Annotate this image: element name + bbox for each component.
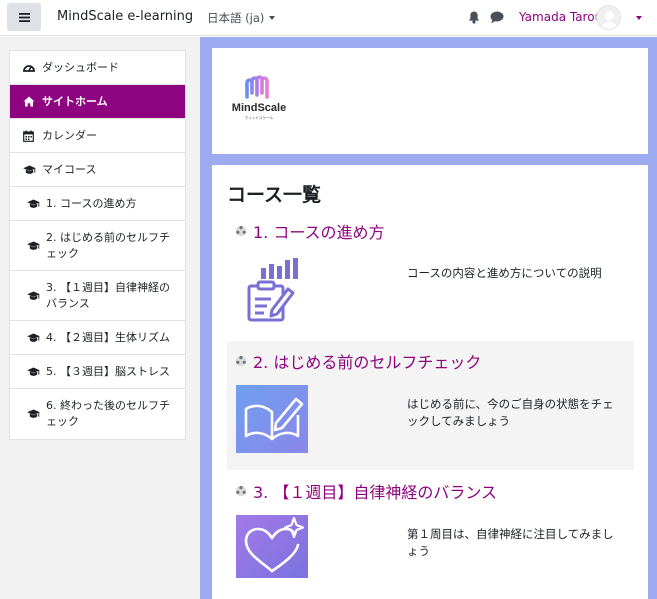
sidebar-item-label: 5. 【３週目】脳ストレス <box>46 364 170 378</box>
course-description: 第１周目は、自律神経に注目してみましょう <box>407 527 614 558</box>
graduation-cap-icon <box>27 408 40 420</box>
graduation-cap-icon <box>23 164 36 176</box>
course-puzzle-icon <box>235 225 247 237</box>
sidebar-item-label: カレンダー <box>42 128 97 142</box>
sidebar-item-label: マイコース <box>42 162 97 176</box>
language-label: 日本語 (ja) <box>207 11 265 25</box>
sidebar-item-label: 3. 【１週目】自律神経のバランス <box>46 280 170 310</box>
site-brand[interactable]: MindScale e-learning <box>57 9 193 24</box>
language-menu[interactable]: 日本語 (ja) <box>207 10 276 26</box>
sidebar-item-calendar[interactable]: カレンダー <box>10 119 185 153</box>
user-menu-chevron-icon[interactable] <box>636 16 642 20</box>
sidebar-item-label: サイトホーム <box>42 94 108 108</box>
sidebar-item-course-3[interactable]: 3. 【１週目】自律神経のバランス <box>10 271 185 321</box>
sidebar-item-course-6[interactable]: 6. 終わった後のセルフチェック <box>10 389 185 439</box>
graduation-cap-icon <box>27 240 40 252</box>
clipboard-chart-icon <box>247 258 298 322</box>
graduation-cap-icon <box>27 290 40 302</box>
course-link-2[interactable]: 2. はじめる前のセルフチェック <box>235 349 481 373</box>
menu-icon <box>18 12 30 22</box>
dashboard-icon <box>23 62 36 74</box>
sidebar-item-course-2[interactable]: 2. はじめる前のセルフチェック <box>10 221 185 271</box>
sidebar-item-my-courses[interactable]: マイコース <box>10 153 185 187</box>
sidebar-item-label: 4. 【２週目】生体リズム <box>46 330 170 344</box>
page-title: コース一覧 <box>227 184 322 206</box>
course-description: コースの内容と進め方についての説明 <box>407 266 602 280</box>
course-puzzle-icon <box>235 355 247 367</box>
course-title: 2. はじめる前のセルフチェック <box>253 353 482 372</box>
graduation-cap-icon <box>27 366 40 378</box>
home-icon <box>23 96 36 108</box>
avatar[interactable] <box>596 5 621 30</box>
top-navbar: MindScale e-learning 日本語 (ja) Yamada Tar… <box>0 0 657 36</box>
sidebar-item-dashboard[interactable]: ダッシュボード <box>10 51 185 85</box>
course-description: はじめる前に、今のご自身の状態をチェックしてみましょう <box>407 397 614 428</box>
course-title: 1. コースの進め方 <box>253 223 385 242</box>
chat-icon[interactable] <box>490 11 504 24</box>
heart-sparkle-icon <box>236 515 308 578</box>
mindscale-logo: MindScale マインドスケール <box>227 73 291 127</box>
sidebar-item-site-home[interactable]: サイトホーム <box>10 85 185 119</box>
sidebar-item-course-1[interactable]: 1. コースの進め方 <box>10 187 185 221</box>
course-title: 3. 【１週目】自律神経のバランス <box>253 483 498 502</box>
menu-toggle-button[interactable] <box>7 3 41 31</box>
calendar-icon <box>23 130 36 142</box>
graduation-cap-icon <box>27 198 40 210</box>
sidebar-item-label: 2. はじめる前のセルフチェック <box>46 230 170 260</box>
nav-drawer: ダッシュボード サイトホーム カレンダー マイコース 1. コースの進め方 2.… <box>0 37 200 599</box>
graduation-cap-icon <box>27 332 40 344</box>
chevron-down-icon <box>269 16 276 20</box>
bell-icon[interactable] <box>468 11 480 24</box>
course-link-1[interactable]: 1. コースの進め方 <box>235 219 385 243</box>
sidebar-item-course-4[interactable]: 4. 【２週目】生体リズム <box>10 321 185 355</box>
course-puzzle-icon <box>235 485 247 497</box>
sidebar-item-course-5[interactable]: 5. 【３週目】脳ストレス <box>10 355 185 389</box>
logo-kana: マインドスケール <box>245 115 274 120</box>
sidebar-nav: ダッシュボード サイトホーム カレンダー マイコース 1. コースの進め方 2.… <box>9 50 186 440</box>
sidebar-item-label: ダッシュボード <box>42 60 119 74</box>
user-silhouette-icon <box>597 6 620 29</box>
sidebar-item-label: 6. 終わった後のセルフチェック <box>46 399 170 428</box>
sidebar-item-label: 1. コースの進め方 <box>46 196 137 210</box>
user-name[interactable]: Yamada Tarou <box>519 10 602 24</box>
logo-wordmark: MindScale <box>232 102 286 114</box>
course-link-3[interactable]: 3. 【１週目】自律神経のバランス <box>235 479 497 503</box>
book-pen-icon <box>236 385 308 453</box>
